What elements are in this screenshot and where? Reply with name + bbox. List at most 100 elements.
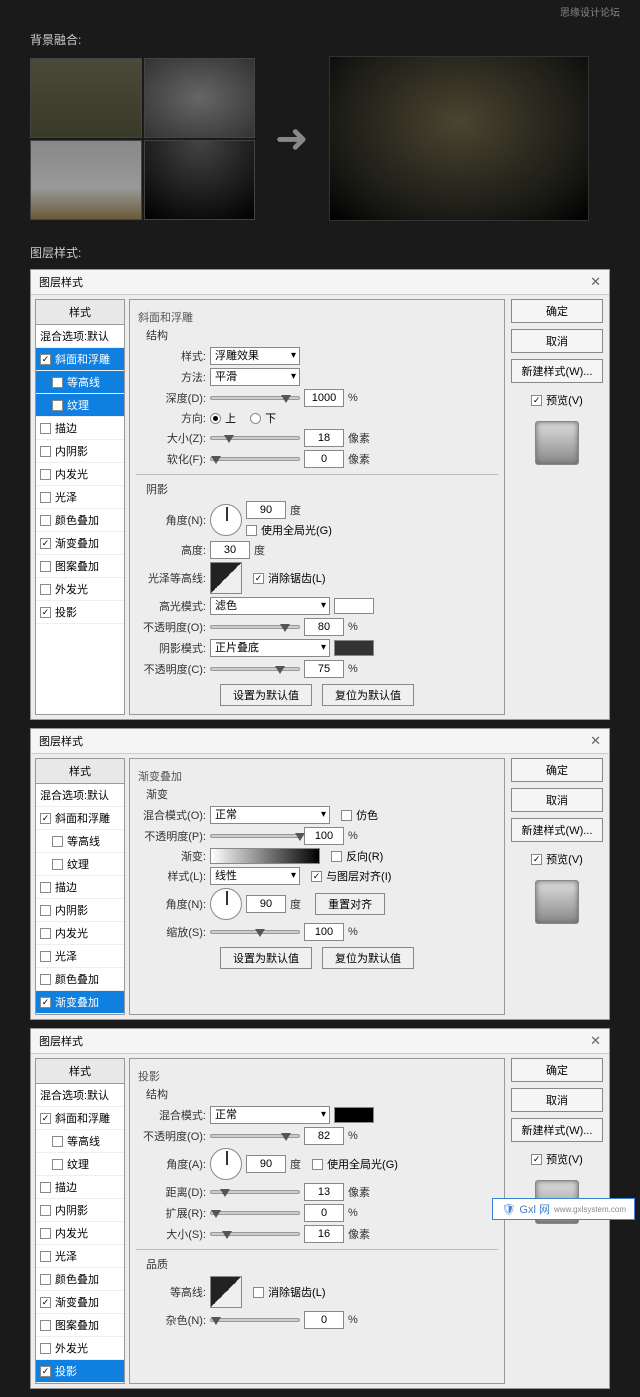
style-inner-glow[interactable]: 内发光 [36,463,124,486]
altitude-input[interactable]: 30 [210,541,250,559]
style-contour[interactable]: 等高线 [36,371,124,394]
gradient-picker[interactable] [210,848,320,864]
style-texture[interactable]: 纹理 [36,1153,124,1176]
cancel-button[interactable]: 取消 [511,329,603,353]
opacity-input[interactable]: 100 [304,827,344,845]
style-pattern-overlay[interactable]: 图案叠加 [36,555,124,578]
new-style-button[interactable]: 新建样式(W)... [511,1118,603,1142]
highlight-mode-select[interactable]: 滤色 [210,597,330,615]
style-bevel[interactable]: 斜面和浮雕 [36,348,124,371]
close-icon[interactable]: ✕ [590,733,601,749]
sh-angle-wheel[interactable] [210,1148,242,1180]
style-drop-shadow[interactable]: 投影 [36,601,124,624]
sh-antialias-checkbox[interactable] [253,1287,264,1298]
dir-up-radio[interactable] [210,413,221,424]
scale-slider[interactable] [210,930,300,934]
style-outer-glow[interactable]: 外发光 [36,1337,124,1360]
dither-checkbox[interactable] [341,810,352,821]
soften-slider[interactable] [210,457,300,461]
grad-angle-input[interactable]: 90 [246,895,286,913]
sh-color[interactable] [334,1107,374,1123]
gloss-contour[interactable] [210,562,242,594]
global-light-checkbox[interactable] [246,525,257,536]
style-drop-shadow[interactable]: 投影 [36,1360,124,1383]
shadow-color[interactable] [334,640,374,656]
opacity-slider[interactable] [210,834,300,838]
sh-global-checkbox[interactable] [312,1159,323,1170]
size-input[interactable]: 18 [304,429,344,447]
style-inner-shadow[interactable]: 内阴影 [36,899,124,922]
close-icon[interactable]: ✕ [590,1033,601,1049]
bevel-style-select[interactable]: 浮雕效果 [210,347,300,365]
sh-distance-slider[interactable] [210,1190,300,1194]
dir-down-radio[interactable] [250,413,261,424]
sh-opacity-input[interactable]: 82 [304,1127,344,1145]
angle-input[interactable]: 90 [246,501,286,519]
style-gradient-overlay[interactable]: 渐变叠加 [36,991,124,1014]
blend-options-item[interactable]: 混合选项:默认 [36,784,124,807]
style-inner-glow[interactable]: 内发光 [36,1222,124,1245]
sh-angle-input[interactable]: 90 [246,1155,286,1173]
restore-default-button[interactable]: 复位为默认值 [322,684,414,706]
restore-default-button[interactable]: 复位为默认值 [322,947,414,969]
cancel-button[interactable]: 取消 [511,1088,603,1112]
scale-input[interactable]: 100 [304,923,344,941]
sh-distance-input[interactable]: 13 [304,1183,344,1201]
highlight-opacity-input[interactable]: 80 [304,618,344,636]
style-satin[interactable]: 光泽 [36,486,124,509]
antialias-checkbox[interactable] [253,573,264,584]
preview-checkbox[interactable] [531,395,542,406]
style-texture[interactable]: 纹理 [36,853,124,876]
style-satin[interactable]: 光泽 [36,1245,124,1268]
sh-spread-input[interactable]: 0 [304,1204,344,1222]
highlight-opacity-slider[interactable] [210,625,300,629]
blend-options-item[interactable]: 混合选项:默认 [36,325,124,348]
sh-size-slider[interactable] [210,1232,300,1236]
set-default-button[interactable]: 设置为默认值 [220,947,312,969]
depth-slider[interactable] [210,396,300,400]
shadow-opacity-input[interactable]: 75 [304,660,344,678]
angle-wheel[interactable] [210,504,242,536]
style-inner-shadow[interactable]: 内阴影 [36,440,124,463]
style-contour[interactable]: 等高线 [36,1130,124,1153]
preview-checkbox[interactable] [531,854,542,865]
style-bevel[interactable]: 斜面和浮雕 [36,1107,124,1130]
style-texture[interactable]: 纹理 [36,394,124,417]
style-satin[interactable]: 光泽 [36,945,124,968]
reset-align-button[interactable]: 重置对齐 [315,893,385,915]
style-stroke[interactable]: 描边 [36,417,124,440]
size-slider[interactable] [210,436,300,440]
sh-contour[interactable] [210,1276,242,1308]
cancel-button[interactable]: 取消 [511,788,603,812]
style-color-overlay[interactable]: 颜色叠加 [36,509,124,532]
sh-size-input[interactable]: 16 [304,1225,344,1243]
grad-angle-wheel[interactable] [210,888,242,920]
sh-noise-input[interactable]: 0 [304,1311,344,1329]
new-style-button[interactable]: 新建样式(W)... [511,359,603,383]
style-outer-glow[interactable]: 外发光 [36,578,124,601]
align-checkbox[interactable] [311,871,322,882]
highlight-color[interactable] [334,598,374,614]
blend-options-item[interactable]: 混合选项:默认 [36,1084,124,1107]
shadow-mode-select[interactable]: 正片叠底 [210,639,330,657]
ok-button[interactable]: 确定 [511,1058,603,1082]
style-color-overlay[interactable]: 颜色叠加 [36,968,124,991]
style-color-overlay[interactable]: 颜色叠加 [36,1268,124,1291]
style-gradient-overlay[interactable]: 渐变叠加 [36,532,124,555]
ok-button[interactable]: 确定 [511,758,603,782]
close-icon[interactable]: ✕ [590,274,601,290]
style-gradient-overlay[interactable]: 渐变叠加 [36,1291,124,1314]
sh-noise-slider[interactable] [210,1318,300,1322]
style-contour[interactable]: 等高线 [36,830,124,853]
sh-opacity-slider[interactable] [210,1134,300,1138]
sh-blend-select[interactable]: 正常 [210,1106,330,1124]
soften-input[interactable]: 0 [304,450,344,468]
style-inner-glow[interactable]: 内发光 [36,922,124,945]
set-default-button[interactable]: 设置为默认值 [220,684,312,706]
style-stroke[interactable]: 描边 [36,1176,124,1199]
style-inner-shadow[interactable]: 内阴影 [36,1199,124,1222]
depth-input[interactable]: 1000 [304,389,344,407]
blend-mode-select[interactable]: 正常 [210,806,330,824]
sh-spread-slider[interactable] [210,1211,300,1215]
reverse-checkbox[interactable] [331,851,342,862]
